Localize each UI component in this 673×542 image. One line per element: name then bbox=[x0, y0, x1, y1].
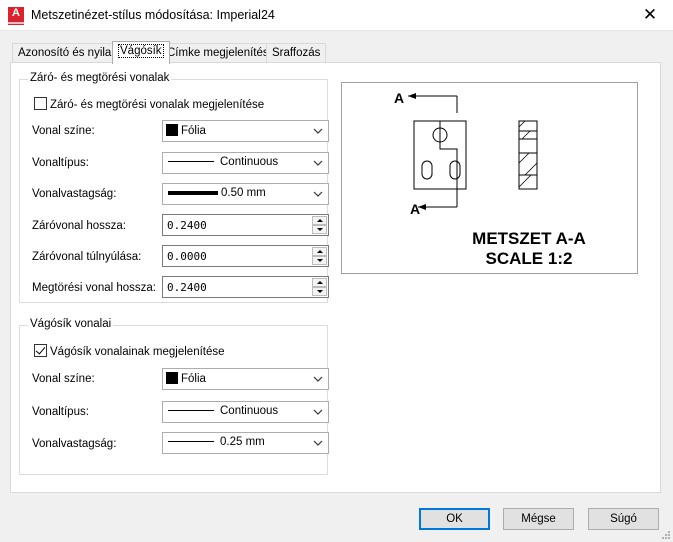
chevron-down-icon bbox=[313, 409, 323, 415]
button-label: Súgó bbox=[610, 513, 637, 525]
marker-top-label: A bbox=[394, 90, 404, 106]
close-icon: ✕ bbox=[642, 5, 658, 24]
line-weight-label: Vonalvastagság: bbox=[32, 438, 117, 450]
chevron-down-icon bbox=[313, 440, 323, 446]
line-type-label: Vonaltípus: bbox=[32, 406, 89, 418]
spinner-value[interactable]: 0.0000 bbox=[167, 250, 207, 263]
line-color-label: Vonal színe: bbox=[32, 373, 95, 385]
tab-azonosito[interactable]: Azonosító és nyilak bbox=[12, 43, 124, 63]
line-color-label: Vonal színe: bbox=[32, 125, 95, 137]
line-type-sample bbox=[168, 410, 214, 412]
ok-button[interactable]: OK bbox=[419, 508, 490, 530]
preview-title-line1: METSZET A-A bbox=[472, 229, 586, 248]
dropdown-value: 0.50 mm bbox=[221, 187, 266, 199]
preview-drawing: A A METSZET A-A SCALE 1:2 bbox=[394, 90, 586, 268]
autocad-app-icon: A bbox=[8, 7, 24, 25]
cancel-button[interactable]: Mégse bbox=[503, 508, 574, 530]
line-type-dropdown[interactable]: Continuous bbox=[162, 152, 329, 174]
jog-line-length-spinner[interactable]: 0.2400 bbox=[162, 276, 329, 298]
button-label: OK bbox=[446, 513, 463, 525]
end-line-length-label: Záróvonal hossza: bbox=[32, 220, 126, 232]
checkbox-box[interactable] bbox=[34, 97, 47, 110]
tab-panel: Záró- és megtörési vonalak Záró- és megt… bbox=[10, 62, 661, 493]
line-weight-sample bbox=[168, 441, 214, 443]
window-title: Metszetinézet-stílus módosítása: Imperia… bbox=[31, 8, 275, 22]
spin-up-icon[interactable] bbox=[312, 216, 327, 225]
checkbox-box[interactable] bbox=[34, 344, 47, 357]
line-type-dropdown[interactable]: Continuous bbox=[162, 401, 329, 423]
line-color-dropdown[interactable]: Fólia bbox=[162, 368, 329, 390]
line-type-label: Vonaltípus: bbox=[32, 157, 89, 169]
end-line-length-spinner[interactable]: 0.2400 bbox=[162, 214, 329, 236]
group-title: Záró- és megtörési vonalak bbox=[28, 72, 172, 84]
dropdown-value: Fólia bbox=[181, 373, 206, 385]
spin-down-icon[interactable] bbox=[312, 225, 327, 234]
section-view-preview: A A METSZET A-A SCALE 1:2 bbox=[341, 82, 638, 274]
group-zaro-megtoresi: Záró- és megtörési vonalak Záró- és megt… bbox=[19, 72, 329, 303]
group-title: Vágósík vonalai bbox=[28, 318, 114, 330]
dropdown-value: Continuous bbox=[220, 156, 279, 168]
dropdown-value: 0.25 mm bbox=[220, 436, 265, 448]
line-weight-sample bbox=[168, 190, 218, 195]
chevron-down-icon bbox=[313, 160, 323, 166]
line-weight-label: Vonalvastagság: bbox=[32, 188, 117, 200]
title-bar: A Metszetinézet-stílus módosítása: Imper… bbox=[0, 0, 673, 31]
button-label: Mégse bbox=[521, 513, 556, 525]
color-swatch bbox=[166, 372, 178, 384]
marker-bottom-label: A bbox=[410, 201, 420, 217]
chevron-down-icon bbox=[313, 128, 323, 134]
checkbox-label: Vágósík vonalainak megjelenítése bbox=[50, 346, 225, 358]
spinner-value[interactable]: 0.2400 bbox=[167, 281, 207, 294]
help-button[interactable]: Súgó bbox=[588, 508, 659, 530]
checkbox-label: Záró- és megtörési vonalak megjelenítése bbox=[50, 99, 265, 111]
preview-title-line2: SCALE 1:2 bbox=[486, 249, 573, 268]
line-weight-dropdown[interactable]: 0.50 mm bbox=[162, 183, 329, 205]
spin-up-icon[interactable] bbox=[312, 247, 327, 256]
group-vagosik-vonalai: Vágósík vonalai Vágósík vonalainak megje… bbox=[19, 318, 329, 475]
tab-label: Vágósík bbox=[118, 44, 164, 58]
spin-down-icon[interactable] bbox=[312, 256, 327, 265]
end-line-overshoot-label: Záróvonal túlnyúlása: bbox=[32, 251, 142, 263]
resize-grip-icon[interactable] bbox=[661, 530, 671, 540]
chevron-down-icon bbox=[313, 191, 323, 197]
show-cutting-lines-checkbox[interactable]: Vágósík vonalainak megjelenítése bbox=[34, 344, 225, 358]
color-swatch bbox=[166, 124, 178, 136]
tab-cimke[interactable]: Címke megjelenítése bbox=[161, 43, 282, 63]
show-end-lines-checkbox[interactable]: Záró- és megtörési vonalak megjelenítése bbox=[34, 97, 264, 111]
tab-label: Sraffozás bbox=[272, 47, 321, 59]
spin-down-icon[interactable] bbox=[312, 287, 327, 296]
close-button[interactable]: ✕ bbox=[627, 0, 673, 31]
tab-sraffozas[interactable]: Sraffozás bbox=[266, 43, 327, 63]
dropdown-value: Continuous bbox=[220, 405, 279, 417]
spin-up-icon[interactable] bbox=[312, 278, 327, 287]
chevron-down-icon bbox=[313, 376, 323, 382]
dropdown-value: Fólia bbox=[181, 125, 206, 137]
line-color-dropdown[interactable]: Fólia bbox=[162, 120, 329, 142]
tab-label: Azonosító és nyilak bbox=[18, 47, 118, 59]
line-weight-dropdown[interactable]: 0.25 mm bbox=[162, 432, 329, 454]
arrow-icon bbox=[408, 93, 416, 99]
tab-label: Címke megjelenítése bbox=[167, 47, 276, 59]
tab-vagosik[interactable]: Vágósík bbox=[112, 41, 170, 64]
spinner-value[interactable]: 0.2400 bbox=[167, 219, 207, 232]
app-icon-letter: A bbox=[12, 7, 20, 19]
jog-line-length-label: Megtörési vonal hossza: bbox=[32, 282, 157, 294]
end-line-overshoot-spinner[interactable]: 0.0000 bbox=[162, 245, 329, 267]
line-type-sample bbox=[168, 161, 214, 163]
